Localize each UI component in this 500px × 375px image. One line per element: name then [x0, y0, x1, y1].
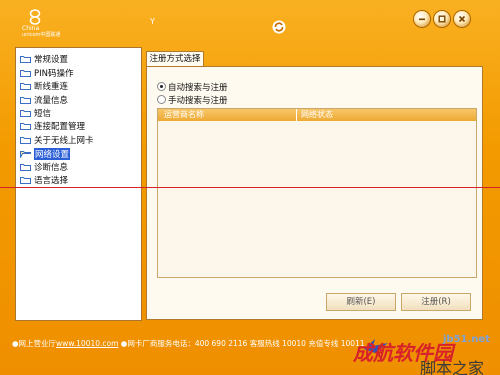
minimize-button[interactable]: [414, 11, 430, 27]
close-button[interactable]: [454, 11, 470, 27]
nav-item-reconnect[interactable]: 断线重连: [20, 80, 69, 92]
minimize-icon: [419, 18, 425, 21]
footer-hotlines: ●网卡厂商服务电话：400 690 2116 客服热线 10010 充值专线 1…: [118, 339, 365, 348]
nav-item-label: 常规设置: [34, 54, 69, 65]
table-header: 运营商名称 网络状态: [158, 109, 476, 121]
watermark-tag: 脚本之家: [420, 359, 485, 375]
folder-icon: [20, 69, 31, 77]
network-settings-panel: 自动搜索与注册 手动搜索与注册 运营商名称 网络状态 刷新(E) 注册(R): [146, 66, 483, 320]
radio-button-selected[interactable]: [157, 82, 166, 91]
folder-icon: [20, 176, 31, 184]
footer-prefix: ●网上营业厅: [12, 339, 57, 348]
operator-list-table[interactable]: 运营商名称 网络状态: [157, 108, 477, 278]
column-operator-name[interactable]: 运营商名称: [164, 109, 204, 121]
title-bar: China unicom中国联通 Y: [0, 0, 500, 44]
folder-icon: [20, 96, 31, 104]
settings-nav-tree: 常规设置 PIN码操作 断线重连 流量信息 短信 连接配置管理 关于无线上网卡: [15, 47, 142, 321]
nav-item-label: 断线重连: [34, 81, 69, 92]
footer-info: ●网上营业厅www.10010.com ●网卡厂商服务电话：400 690 21…: [12, 338, 365, 349]
app-window: China unicom中国联通 Y 常规设置 PIN码操作 断线重连 流量信息…: [0, 0, 500, 375]
open-folder-icon: [20, 150, 31, 158]
folder-icon: [20, 82, 31, 90]
nav-item-about[interactable]: 关于无线上网卡: [20, 134, 94, 146]
brand-line2: unicom中国联通: [22, 32, 61, 38]
register-button[interactable]: 注册(R): [401, 293, 471, 311]
nav-item-sms[interactable]: 短信: [20, 107, 52, 119]
nav-item-label: 关于无线上网卡: [34, 135, 94, 146]
column-network-status[interactable]: 网络状态: [296, 109, 333, 121]
maximize-icon: [438, 15, 446, 23]
china-unicom-logo: China unicom中国联通: [12, 8, 72, 40]
close-icon: [458, 15, 466, 23]
unicom-knot-icon: [29, 9, 41, 25]
refresh-button[interactable]: 刷新(E): [326, 293, 396, 311]
folder-icon: [20, 109, 31, 117]
nav-item-pin[interactable]: PIN码操作: [20, 67, 74, 79]
tab-registration-mode[interactable]: 注册方式选择: [146, 51, 204, 66]
nav-item-network-settings[interactable]: 网络设置: [20, 147, 71, 160]
nav-item-label: 诊断信息: [34, 162, 69, 173]
radio-manual-label: 手动搜索与注册: [168, 95, 228, 106]
folder-icon: [20, 55, 31, 63]
nav-item-connection-config[interactable]: 连接配置管理: [20, 120, 86, 132]
nav-item-label: 连接配置管理: [34, 121, 86, 132]
nav-item-label: PIN码操作: [34, 68, 74, 79]
radio-button[interactable]: [157, 95, 166, 104]
folder-icon: [20, 136, 31, 144]
maximize-button[interactable]: [434, 11, 450, 27]
radio-auto-register[interactable]: 自动搜索与注册: [157, 81, 228, 93]
nav-item-general[interactable]: 常规设置: [20, 53, 69, 65]
nav-item-language[interactable]: 语言选择: [20, 174, 69, 186]
radio-manual-register[interactable]: 手动搜索与注册: [157, 94, 228, 106]
nav-item-traffic[interactable]: 流量信息: [20, 94, 69, 106]
signal-icon: Y: [150, 17, 155, 26]
red-guide-line: [0, 187, 500, 188]
radio-auto-label: 自动搜索与注册: [168, 82, 228, 93]
nav-item-label: 短信: [34, 108, 52, 119]
nav-item-diagnostics[interactable]: 诊断信息: [20, 161, 69, 173]
website-link[interactable]: www.10010.com: [56, 339, 118, 348]
nav-item-label: 语言选择: [34, 175, 69, 186]
folder-icon: [20, 163, 31, 171]
folder-icon: [20, 122, 31, 130]
watermark-site: jb51.net: [443, 334, 490, 345]
nav-item-label: 网络设置: [34, 147, 71, 160]
refresh-icon[interactable]: [272, 20, 286, 34]
nav-item-label: 流量信息: [34, 95, 69, 106]
